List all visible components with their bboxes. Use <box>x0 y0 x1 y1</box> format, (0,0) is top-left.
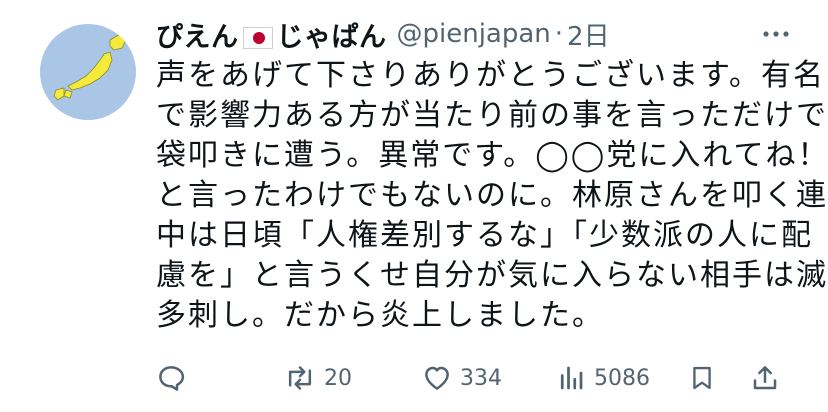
tweet-text-line: 慮を」と言うくせ自分が気に入らない相手は滅 <box>156 258 828 293</box>
tweet-card[interactable]: ぴえん じゃぱん @pienjapan · 2日 声をあげて下さりありがとうござい… <box>0 0 828 412</box>
tweet-text-line: 多刺し。だから炎上しました。 <box>156 298 604 333</box>
japan-map-icon <box>53 33 127 101</box>
views-count: 5086 <box>594 365 650 391</box>
action-bar: 20 334 5086 <box>156 358 796 398</box>
share-icon <box>753 366 777 390</box>
views-button[interactable]: 5086 <box>556 358 650 398</box>
tweet-text-line: で影響力ある方が当たり前の事を言っただけで <box>156 98 828 133</box>
like-count: 334 <box>460 365 502 391</box>
tweet-text-line: と言ったわけでもないのに。林原さんを叩く連 <box>156 178 828 213</box>
user-handle[interactable]: @pienjapan <box>397 19 551 49</box>
japan-flag-icon <box>242 27 273 49</box>
separator-dot: · <box>554 19 564 49</box>
bookmark-icon <box>693 366 711 390</box>
tweet-text-line: 中は日頃「人権差別するな」「少数派の人に配 <box>156 218 813 253</box>
more-options-button[interactable] <box>756 20 796 48</box>
tweet-text-line: 袋叩きに遭う。異常です。◯◯党に入れてね！ <box>156 138 828 173</box>
more-horizontal-icon <box>763 31 789 37</box>
retweet-count: 20 <box>324 365 352 391</box>
tweet-header: ぴえん じゃぱん @pienjapan · 2日 <box>156 14 796 54</box>
bookmark-button[interactable] <box>688 358 716 398</box>
display-name[interactable]: ぴえん じゃぱん <box>156 15 387 54</box>
retweet-icon <box>288 366 312 390</box>
reply-icon <box>159 366 185 391</box>
tweet-text-line: 声をあげて下さりありがとうございます。有名 <box>156 58 825 93</box>
like-button[interactable]: 334 <box>422 358 502 398</box>
heart-icon <box>425 366 449 390</box>
display-name-prefix: ぴえん <box>156 21 239 53</box>
views-chart-icon <box>560 366 583 390</box>
avatar[interactable] <box>40 24 136 120</box>
reply-button[interactable] <box>156 358 186 398</box>
share-button[interactable] <box>750 358 780 398</box>
timestamp[interactable]: 2日 <box>567 16 610 53</box>
retweet-button[interactable]: 20 <box>284 358 352 398</box>
tweet-text: 声をあげて下さりありがとうございます。有名 で影響力ある方が当たり前の事を言った… <box>156 56 828 336</box>
display-name-suffix: じゃぱん <box>276 21 387 53</box>
